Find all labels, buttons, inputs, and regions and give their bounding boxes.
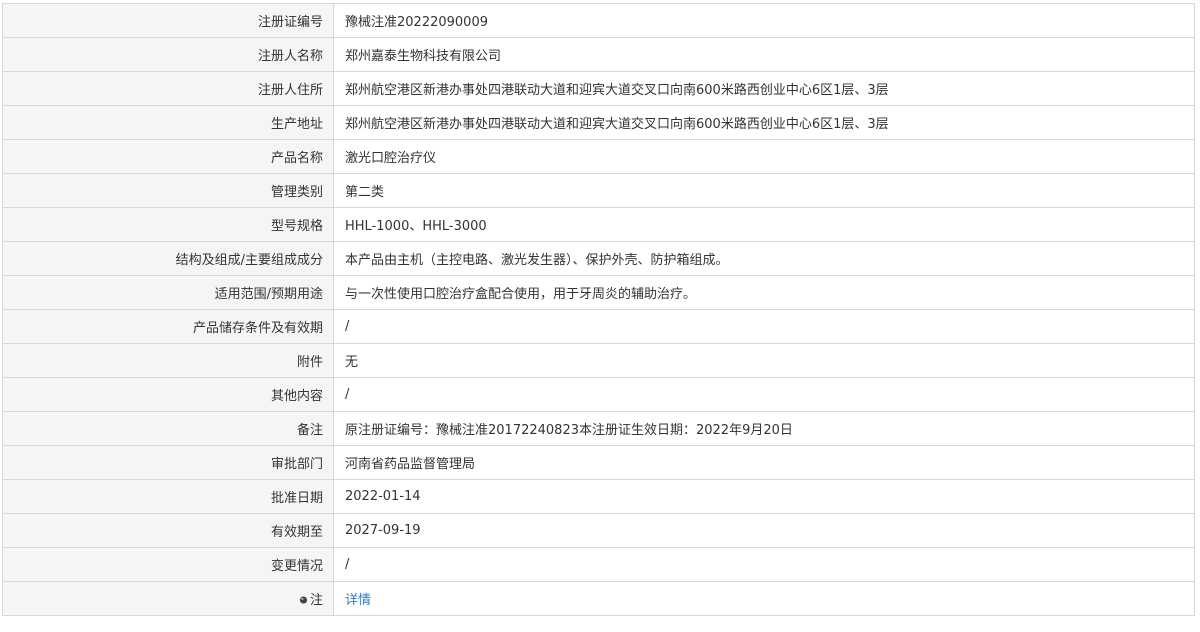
value-approval-date: 2022-01-14: [333, 479, 1195, 514]
label-attachment: 附件: [2, 343, 334, 378]
row-registration-number: 注册证编号 豫械注准20222090009: [2, 3, 1195, 38]
row-registrant-address: 注册人住所 郑州航空港区新港办事处四港联动大道和迎宾大道交叉口向南600米路西创…: [2, 71, 1195, 106]
value-approval-department: 河南省药品监督管理局: [333, 445, 1195, 480]
label-valid-until: 有效期至: [2, 513, 334, 548]
row-approval-date: 批准日期 2022-01-14: [2, 479, 1195, 514]
note-label-text: 注: [309, 593, 323, 608]
value-registration-number: 豫械注准20222090009: [333, 3, 1195, 38]
label-approval-department: 审批部门: [2, 445, 334, 480]
label-management-category: 管理类别: [2, 173, 334, 208]
row-production-address: 生产地址 郑州航空港区新港办事处四港联动大道和迎宾大道交叉口向南600米路西创业…: [2, 105, 1195, 140]
row-other-content: 其他内容 /: [2, 377, 1195, 412]
value-change-status: /: [333, 547, 1195, 582]
value-registrant-name: 郑州嘉泰生物科技有限公司: [333, 37, 1195, 72]
label-registrant-name: 注册人名称: [2, 37, 334, 72]
label-production-address: 生产地址: [2, 105, 334, 140]
row-product-name: 产品名称 激光口腔治疗仪: [2, 139, 1195, 174]
value-structure-composition: 本产品由主机（主控电路、激光发生器）、保护外壳、防护箱组成。: [333, 241, 1195, 276]
row-model-spec: 型号规格 HHL-1000、HHL-3000: [2, 207, 1195, 242]
details-link[interactable]: 详情: [345, 593, 371, 608]
label-remarks: 备注: [2, 411, 334, 446]
label-registrant-address: 注册人住所: [2, 71, 334, 106]
pin-icon: [299, 596, 308, 604]
label-model-spec: 型号规格: [2, 207, 334, 242]
registration-detail-table: 注册证编号 豫械注准20222090009 注册人名称 郑州嘉泰生物科技有限公司…: [2, 3, 1195, 616]
row-change-status: 变更情况 /: [2, 547, 1195, 582]
row-note: 注 详情: [2, 581, 1195, 616]
row-valid-until: 有效期至 2027-09-19: [2, 513, 1195, 548]
row-approval-department: 审批部门 河南省药品监督管理局: [2, 445, 1195, 480]
value-intended-use: 与一次性使用口腔治疗盒配合使用，用于牙周炎的辅助治疗。: [333, 275, 1195, 310]
label-note: 注: [2, 581, 334, 616]
row-management-category: 管理类别 第二类: [2, 173, 1195, 208]
value-registrant-address: 郑州航空港区新港办事处四港联动大道和迎宾大道交叉口向南600米路西创业中心6区1…: [333, 71, 1195, 106]
row-storage-validity: 产品储存条件及有效期 /: [2, 309, 1195, 344]
label-other-content: 其他内容: [2, 377, 334, 412]
value-remarks: 原注册证编号：豫械注准20172240823本注册证生效日期：2022年9月20…: [333, 411, 1195, 446]
label-approval-date: 批准日期: [2, 479, 334, 514]
value-storage-validity: /: [333, 309, 1195, 344]
value-management-category: 第二类: [333, 173, 1195, 208]
detail-table-body: 注册证编号 豫械注准20222090009 注册人名称 郑州嘉泰生物科技有限公司…: [2, 3, 1195, 616]
value-valid-until: 2027-09-19: [333, 513, 1195, 548]
row-registrant-name: 注册人名称 郑州嘉泰生物科技有限公司: [2, 37, 1195, 72]
value-attachment: 无: [333, 343, 1195, 378]
value-model-spec: HHL-1000、HHL-3000: [333, 207, 1195, 242]
label-intended-use: 适用范围/预期用途: [2, 275, 334, 310]
label-change-status: 变更情况: [2, 547, 334, 582]
row-intended-use: 适用范围/预期用途 与一次性使用口腔治疗盒配合使用，用于牙周炎的辅助治疗。: [2, 275, 1195, 310]
row-structure-composition: 结构及组成/主要组成成分 本产品由主机（主控电路、激光发生器）、保护外壳、防护箱…: [2, 241, 1195, 276]
value-note: 详情: [333, 581, 1195, 616]
label-storage-validity: 产品储存条件及有效期: [2, 309, 334, 344]
label-product-name: 产品名称: [2, 139, 334, 174]
row-remarks: 备注 原注册证编号：豫械注准20172240823本注册证生效日期：2022年9…: [2, 411, 1195, 446]
value-production-address: 郑州航空港区新港办事处四港联动大道和迎宾大道交叉口向南600米路西创业中心6区1…: [333, 105, 1195, 140]
value-product-name: 激光口腔治疗仪: [333, 139, 1195, 174]
label-registration-number: 注册证编号: [2, 3, 334, 38]
value-other-content: /: [333, 377, 1195, 412]
row-attachment: 附件 无: [2, 343, 1195, 378]
label-structure-composition: 结构及组成/主要组成成分: [2, 241, 334, 276]
